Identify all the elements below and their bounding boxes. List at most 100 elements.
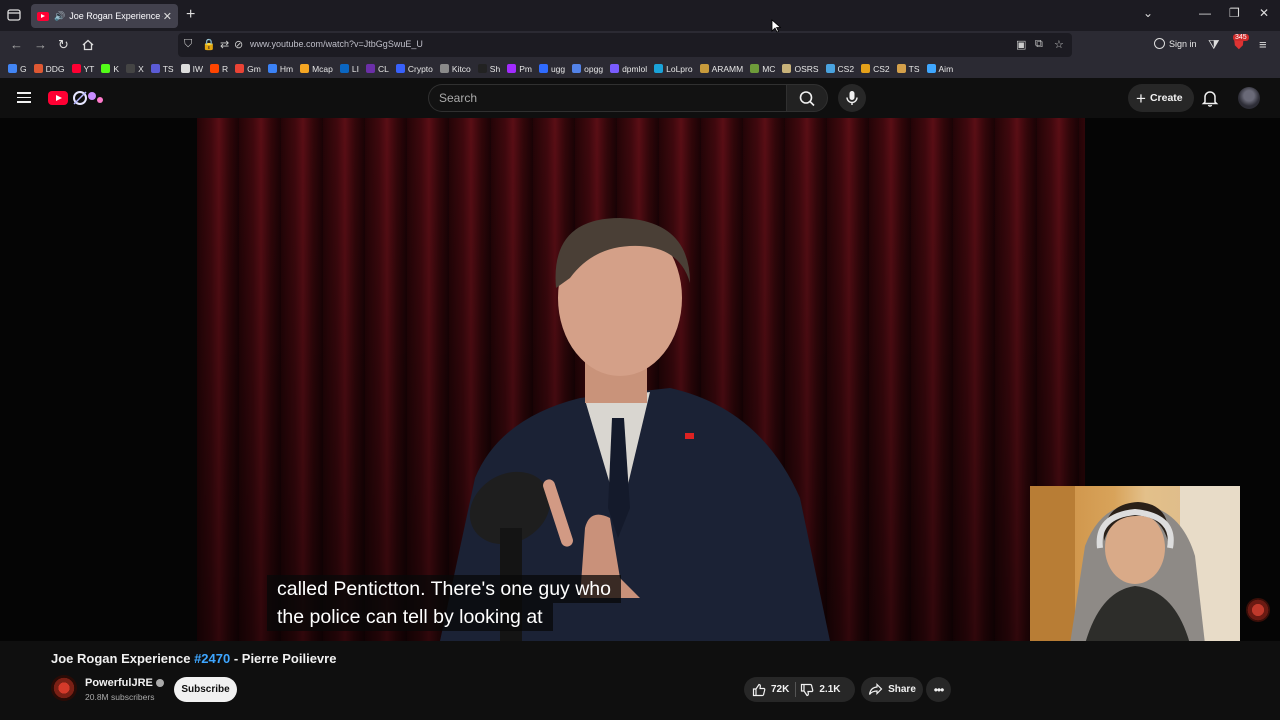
- list-all-tabs-icon[interactable]: ⌄: [1143, 6, 1153, 20]
- bookmark-star-icon[interactable]: ☆: [1054, 38, 1064, 51]
- bookmark-favicon-icon: [365, 64, 375, 73]
- bookmark-item[interactable]: Aim: [926, 64, 953, 74]
- bookmark-label: X: [138, 63, 144, 74]
- bookmark-label: OSRS: [794, 63, 819, 74]
- bookmark-label: K: [113, 63, 120, 74]
- mouse-cursor-icon: [771, 19, 781, 33]
- audio-playing-icon[interactable]: 🔊: [54, 11, 65, 22]
- bookmark-label: Hm: [279, 63, 294, 74]
- bookmark-item[interactable]: TS: [896, 64, 920, 74]
- video-player[interactable]: called Pentictton. There's one guy who t…: [0, 118, 1280, 641]
- bookmark-item[interactable]: CS2: [861, 64, 890, 74]
- close-window-button[interactable]: ✕: [1259, 6, 1269, 20]
- episode-hashtag-link[interactable]: #2470: [194, 651, 230, 666]
- search-input[interactable]: [439, 85, 769, 111]
- bookmark-item[interactable]: Hm: [267, 63, 294, 74]
- bookmark-item[interactable]: YT: [71, 64, 94, 74]
- youtube-logo-icon[interactable]: [48, 91, 68, 105]
- extension-badge: 345: [1233, 34, 1249, 41]
- notifications-bell-icon[interactable]: [1201, 88, 1219, 108]
- bookmark-item[interactable]: LI: [339, 63, 359, 74]
- app-menu-icon[interactable]: ≡: [1259, 37, 1267, 53]
- bookmark-item[interactable]: opgg: [572, 64, 603, 74]
- browser-tab-active[interactable]: 🔊 Joe Rogan Experience #2470 ✕: [31, 4, 178, 28]
- bookmark-item[interactable]: DDG: [33, 64, 65, 74]
- channel-name: PowerfulJRE: [85, 677, 153, 689]
- create-button[interactable]: + Create: [1128, 84, 1194, 112]
- bookmark-item[interactable]: G: [8, 64, 27, 74]
- home-icon[interactable]: [82, 39, 94, 51]
- bookmark-item[interactable]: Pm: [507, 64, 532, 74]
- bookmark-item[interactable]: K: [101, 64, 119, 74]
- forward-button[interactable]: →: [34, 37, 47, 53]
- search-button[interactable]: [786, 84, 828, 112]
- like-count: 72K: [771, 684, 790, 695]
- browser-nav-bar: ← → ↻ ⛉ 🔒 ⇄ ⊘ www.youtube.com/watch?v=Jt…: [0, 31, 1280, 59]
- bookmark-item[interactable]: TS: [150, 63, 174, 74]
- subscribe-button[interactable]: Subscribe: [174, 677, 237, 702]
- channel-avatar[interactable]: [51, 675, 77, 701]
- voice-search-button[interactable]: [838, 84, 866, 112]
- minimize-button[interactable]: —: [1199, 6, 1211, 20]
- new-tab-button[interactable]: +: [186, 6, 195, 24]
- share-arrow-icon: [868, 683, 883, 695]
- sign-in-button[interactable]: Sign in: [1154, 38, 1197, 49]
- channel-name-link[interactable]: PowerfulJRE: [85, 677, 164, 689]
- bookmark-item[interactable]: Kitco: [439, 64, 471, 74]
- bookmark-item[interactable]: ARAMM: [699, 63, 744, 74]
- permissions-icon[interactable]: ⇄: [220, 38, 229, 51]
- share-button[interactable]: Share: [861, 677, 923, 702]
- reader-view-icon[interactable]: ▣: [1016, 38, 1026, 51]
- bookmark-item[interactable]: CL: [365, 64, 389, 74]
- url-text[interactable]: www.youtube.com/watch?v=JtbGgSwuE_U: [250, 39, 423, 49]
- bookmark-label: LI: [351, 63, 359, 74]
- like-separator: [795, 682, 797, 697]
- bookmark-favicon-icon: [861, 64, 871, 73]
- search-box[interactable]: [428, 84, 786, 112]
- reload-button[interactable]: ↻: [58, 37, 69, 53]
- caption-line-1: called Pentictton. There's one guy who: [267, 575, 621, 603]
- bookmark-label: ARAMM: [711, 63, 744, 74]
- dislike-button[interactable]: 2.1K: [800, 677, 840, 702]
- extensions-icon[interactable]: ⧩: [1208, 37, 1220, 53]
- like-button[interactable]: 72K: [744, 677, 789, 702]
- more-actions-button[interactable]: •••: [926, 677, 951, 702]
- bookmark-item[interactable]: Gm: [235, 64, 261, 74]
- bookmark-item[interactable]: LoLpro: [654, 64, 693, 74]
- picture-in-picture-icon[interactable]: ⧉: [1035, 38, 1043, 51]
- address-bar[interactable]: ⛉ 🔒 ⇄ ⊘ www.youtube.com/watch?v=JtbGgSwu…: [178, 33, 1072, 57]
- guide-menu-icon[interactable]: [17, 92, 31, 103]
- bookmark-item[interactable]: Crypto: [395, 64, 433, 74]
- bookmark-favicon-icon: [538, 64, 548, 73]
- bookmark-label: TS: [162, 63, 174, 74]
- channel-watermark-icon[interactable]: [1246, 598, 1270, 622]
- tab-list-icon[interactable]: [6, 7, 22, 23]
- streamer-webcam-overlay: [1030, 486, 1240, 641]
- autoplay-blocked-icon[interactable]: ⊘: [234, 38, 243, 51]
- restore-button[interactable]: ❐: [1229, 6, 1240, 20]
- shield-icon[interactable]: ⛉: [184, 38, 192, 51]
- back-button[interactable]: ←: [10, 37, 23, 53]
- bookmark-item[interactable]: R: [210, 64, 228, 74]
- title-prefix: Joe Rogan Experience: [51, 651, 195, 666]
- bookmark-favicon-icon: [896, 64, 906, 73]
- like-dislike-group: 72K 2.1K: [744, 677, 855, 702]
- bookmark-favicon-icon: [339, 64, 349, 73]
- tab-title: Joe Rogan Experience #2470: [69, 11, 163, 21]
- bookmark-item[interactable]: Mcap: [300, 64, 333, 74]
- youtube-doodle-icon[interactable]: [70, 88, 106, 108]
- bookmark-item[interactable]: dpmlol: [610, 64, 647, 74]
- bookmark-item[interactable]: IW: [180, 64, 203, 74]
- bookmark-label: Gm: [247, 63, 261, 74]
- lock-icon[interactable]: 🔒: [202, 38, 216, 51]
- bookmark-item[interactable]: X: [126, 64, 144, 74]
- bookmark-item[interactable]: Sh: [477, 64, 500, 74]
- bookmark-item[interactable]: MC: [750, 64, 775, 74]
- bookmark-favicon-icon: [610, 64, 620, 73]
- bookmark-item[interactable]: CS2: [825, 64, 854, 74]
- bookmark-favicon-icon: [699, 64, 709, 73]
- bookmark-item[interactable]: OSRS: [782, 63, 819, 74]
- tab-close-icon[interactable]: ✕: [163, 10, 172, 23]
- account-avatar[interactable]: [1238, 87, 1260, 109]
- bookmark-item[interactable]: ugg: [538, 64, 565, 74]
